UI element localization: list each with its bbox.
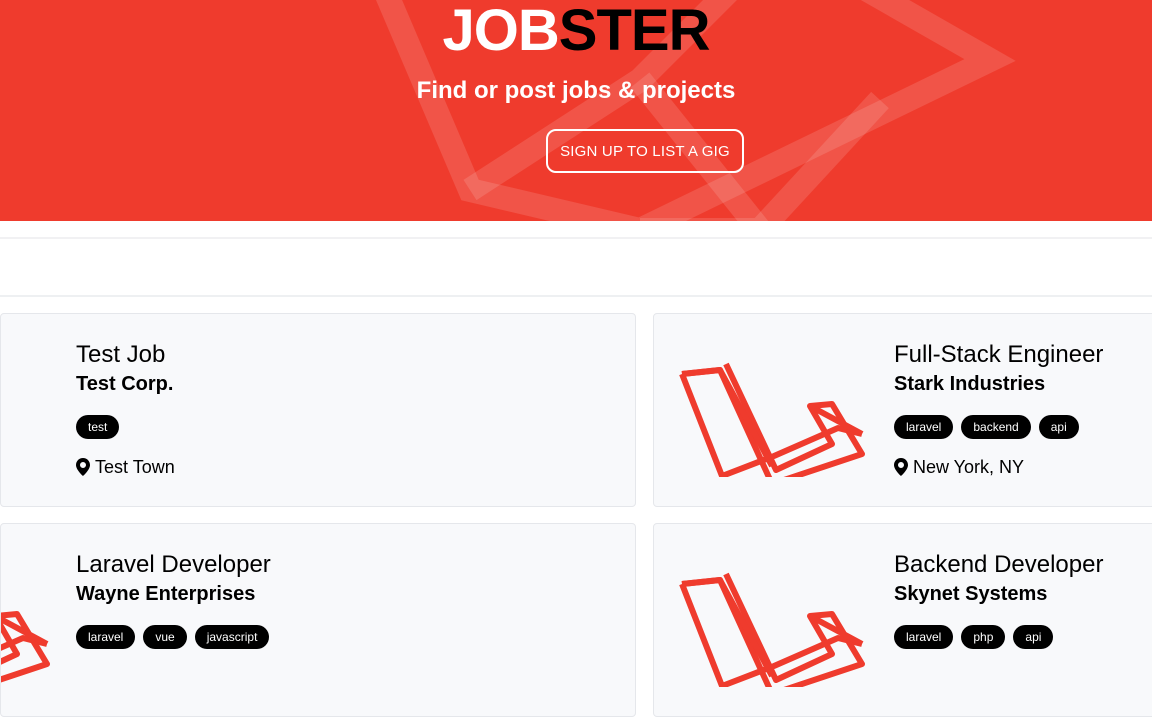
tag[interactable]: api	[1038, 415, 1079, 439]
tag[interactable]: javascript	[194, 625, 270, 649]
tag[interactable]: backend	[961, 415, 1031, 439]
job-card-info: Laravel Developer Wayne Enterprises lara…	[76, 550, 271, 649]
job-title[interactable]: Full-Stack Engineer	[894, 340, 1103, 370]
brand-logo[interactable]: JOBSTER	[0, 0, 1152, 66]
hero-tagline: Find or post jobs & projects	[416, 77, 736, 104]
tag[interactable]: laravel	[76, 625, 136, 649]
company-name: Wayne Enterprises	[76, 583, 256, 605]
signup-list-gig-button[interactable]: SIGN UP TO LIST A GIG	[546, 129, 744, 173]
tag-list: laravel php api	[894, 625, 1103, 649]
job-card[interactable]: Test Job Test Corp. test Test Town	[0, 313, 636, 507]
job-card-info: Test Job Test Corp. test Test Town	[76, 340, 175, 478]
job-card[interactable]: Full-Stack Engineer Stark Industries lar…	[653, 313, 1152, 507]
tag-list: laravel vue javascript	[76, 625, 271, 649]
laravel-logo-icon	[679, 362, 865, 477]
laravel-logo-icon	[679, 572, 865, 687]
job-title[interactable]: Laravel Developer	[76, 550, 271, 580]
job-title[interactable]: Backend Developer	[894, 550, 1103, 580]
map-marker-icon	[76, 458, 90, 476]
tag-list: test	[76, 415, 175, 439]
tag[interactable]: php	[961, 625, 1006, 649]
tag[interactable]: laravel	[894, 625, 954, 649]
company-name: Test Corp.	[76, 373, 174, 395]
hero-banner: JOBSTER Find or post jobs & projects SIG…	[0, 0, 1152, 221]
brand-part-ster: STER	[558, 0, 711, 63]
job-card[interactable]: Laravel Developer Wayne Enterprises lara…	[0, 523, 636, 717]
tag[interactable]: api	[1013, 625, 1054, 649]
tag[interactable]: test	[76, 415, 120, 439]
job-card-info: Backend Developer Skynet Systems laravel…	[894, 550, 1103, 649]
search-bar[interactable]	[0, 237, 1152, 297]
tag[interactable]: laravel	[894, 415, 954, 439]
job-title[interactable]: Test Job	[76, 340, 175, 370]
location-text: Test Town	[95, 457, 175, 477]
map-marker-icon	[894, 458, 908, 476]
job-location: New York, NY	[894, 456, 1103, 478]
location-text: New York, NY	[913, 457, 1025, 477]
job-location: Test Town	[76, 456, 175, 478]
tag-list: laravel backend api	[894, 415, 1103, 439]
brand-part-job: JOB	[442, 0, 560, 63]
company-name: Skynet Systems	[894, 583, 1048, 605]
job-card[interactable]: Backend Developer Skynet Systems laravel…	[653, 523, 1152, 717]
job-card-info: Full-Stack Engineer Stark Industries lar…	[894, 340, 1103, 478]
laravel-logo-icon	[1, 611, 50, 683]
company-name: Stark Industries	[894, 373, 1046, 395]
tag[interactable]: vue	[143, 625, 187, 649]
